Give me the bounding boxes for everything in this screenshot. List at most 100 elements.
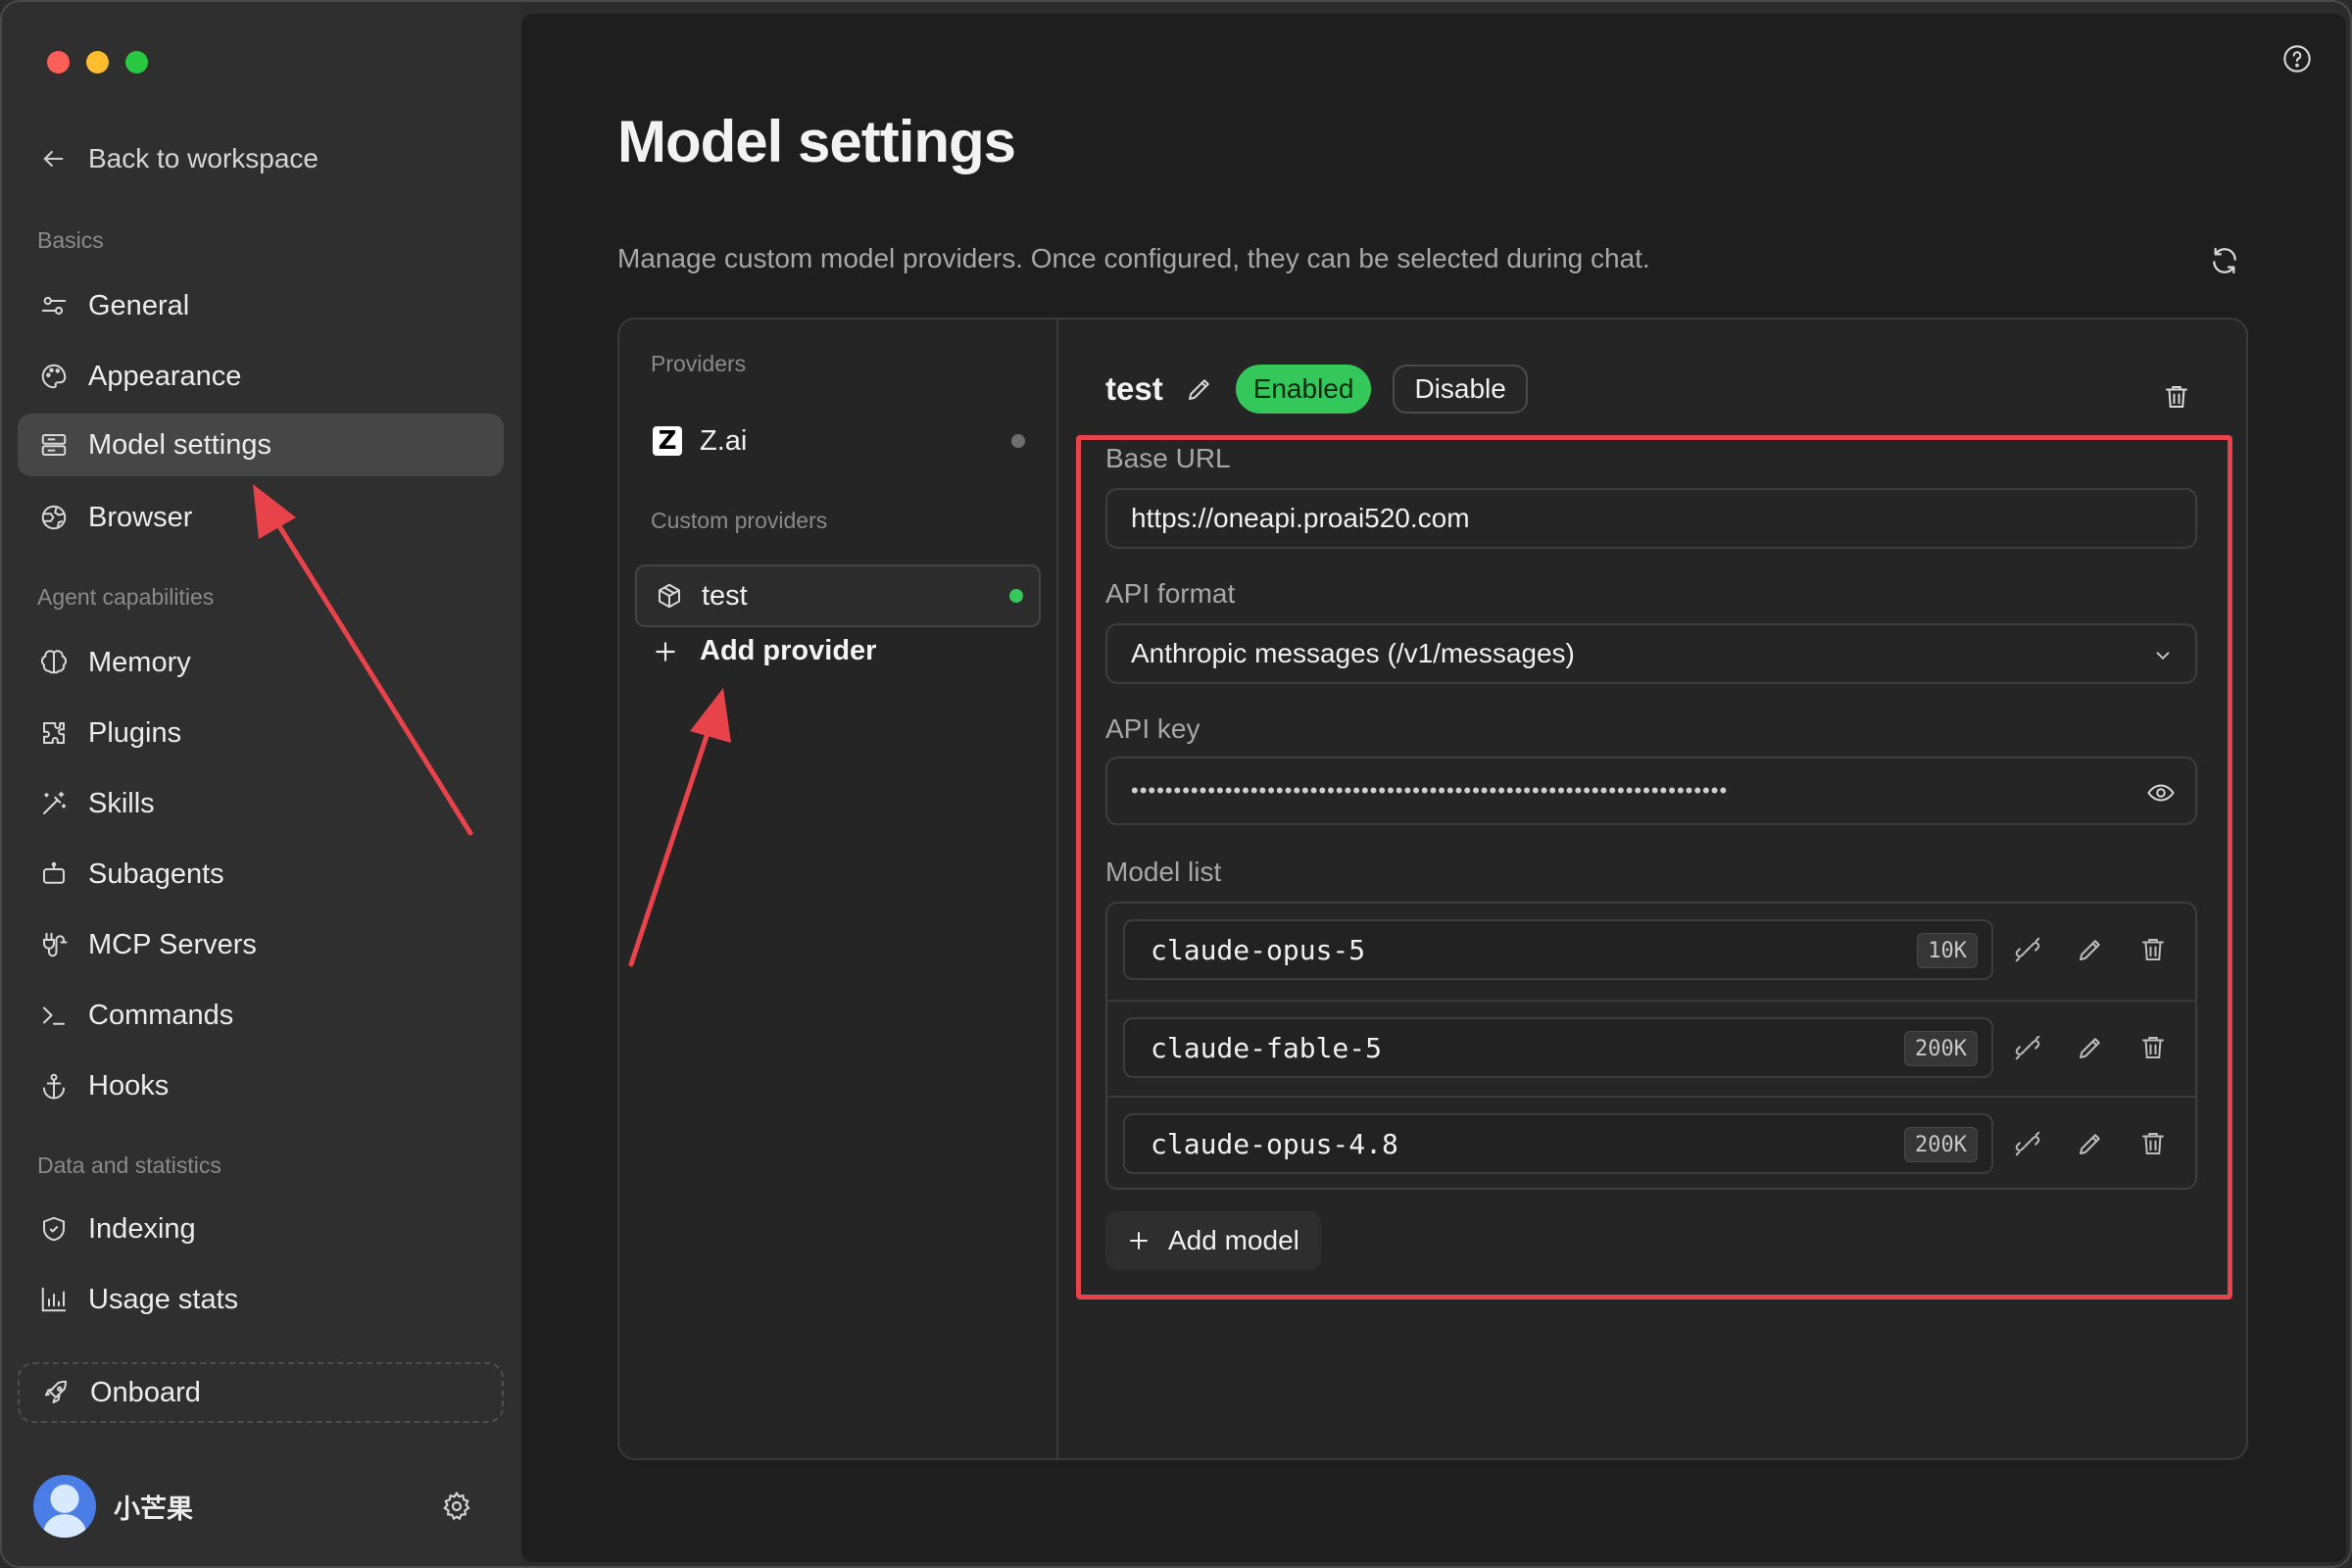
close-window-button[interactable] bbox=[47, 51, 70, 74]
sidebar-item-general[interactable]: General bbox=[18, 274, 504, 337]
connection-test-icon[interactable] bbox=[2013, 1033, 2042, 1062]
sidebar-item-plugins[interactable]: Plugins bbox=[18, 702, 504, 764]
eye-icon[interactable] bbox=[2146, 778, 2176, 808]
main-content: Model settings Manage custom model provi… bbox=[521, 14, 2346, 1562]
edit-icon[interactable] bbox=[2076, 1129, 2105, 1158]
provider-title: test bbox=[1105, 370, 1163, 407]
onboard-label: Onboard bbox=[90, 1376, 201, 1408]
sidebar-item-label: Model settings bbox=[88, 428, 271, 461]
sidebar-item-memory[interactable]: Memory bbox=[18, 631, 504, 694]
bar-chart-icon bbox=[41, 1287, 67, 1312]
sidebar-item-label: Indexing bbox=[88, 1212, 196, 1245]
connection-test-icon[interactable] bbox=[2013, 935, 2042, 964]
minimize-window-button[interactable] bbox=[86, 51, 109, 74]
sidebar-item-usage-stats[interactable]: Usage stats bbox=[18, 1268, 504, 1331]
model-name-input[interactable]: claude-opus-5 10K bbox=[1123, 919, 1993, 980]
back-to-workspace-link[interactable]: Back to workspace bbox=[39, 139, 318, 178]
sidebar-item-label: MCP Servers bbox=[88, 928, 257, 960]
package-icon bbox=[659, 583, 680, 609]
edit-icon[interactable] bbox=[2076, 1033, 2105, 1062]
model-row: claude-opus-4.8 200K bbox=[1107, 1096, 2195, 1192]
model-name-input[interactable]: claude-fable-5 200K bbox=[1123, 1017, 1993, 1078]
user-name: 小芒果 bbox=[114, 1494, 193, 1524]
api-key-label: API key bbox=[1105, 713, 1200, 744]
sidebar-item-label: Skills bbox=[88, 787, 155, 819]
sidebar-item-appearance[interactable]: Appearance bbox=[18, 345, 504, 408]
model-name: claude-opus-4.8 bbox=[1151, 1127, 1398, 1160]
section-label-basics: Basics bbox=[37, 227, 104, 253]
api-key-input[interactable]: ••••••••••••••••••••••••••••••••••••••••… bbox=[1105, 757, 2197, 825]
brain-icon bbox=[40, 650, 68, 674]
onboard-button[interactable]: Onboard bbox=[18, 1362, 504, 1423]
providers-list: Providers Z Z.ai Custom providers test A… bbox=[619, 319, 1058, 1458]
user-profile[interactable]: 小芒果 bbox=[33, 1475, 193, 1538]
disable-button[interactable]: Disable bbox=[1393, 365, 1528, 414]
add-model-button[interactable]: Add model bbox=[1105, 1211, 1321, 1270]
sidebar-item-label: Memory bbox=[88, 646, 191, 678]
sidebar-item-indexing[interactable]: Indexing bbox=[18, 1198, 504, 1260]
edit-icon[interactable] bbox=[1185, 374, 1214, 404]
sidebar-item-model-settings[interactable]: Model settings bbox=[18, 414, 504, 476]
provider-item-zai[interactable]: Z Z.ai bbox=[635, 410, 1041, 472]
model-name: claude-opus-5 bbox=[1151, 933, 1366, 966]
trash-icon[interactable] bbox=[2138, 1033, 2168, 1062]
trash-icon[interactable] bbox=[2138, 1129, 2168, 1158]
model-name: claude-fable-5 bbox=[1151, 1031, 1383, 1064]
sidebar-item-label: Appearance bbox=[88, 360, 242, 392]
api-format-label: API format bbox=[1105, 578, 1236, 609]
sidebar-item-commands[interactable]: Commands bbox=[18, 984, 504, 1047]
avatar bbox=[33, 1475, 96, 1538]
anchor-icon bbox=[43, 1073, 65, 1100]
api-format-value: Anthropic messages (/v1/messages) bbox=[1131, 638, 1575, 668]
sidebar: Back to workspace Basics General Appeara… bbox=[2, 2, 521, 1566]
sidebar-item-label: Browser bbox=[88, 501, 193, 533]
status-dot-inactive bbox=[1011, 434, 1025, 448]
sidebar-item-label: Subagents bbox=[88, 858, 224, 890]
api-format-select[interactable]: Anthropic messages (/v1/messages) bbox=[1105, 623, 2197, 684]
plug-icon bbox=[43, 932, 68, 957]
terminal-icon bbox=[43, 1006, 65, 1025]
app-window: Back to workspace Basics General Appeara… bbox=[0, 0, 2352, 1568]
connection-test-icon[interactable] bbox=[2013, 1129, 2042, 1158]
model-list: claude-opus-5 10K claude-fable-5 200K cl… bbox=[1105, 902, 2197, 1190]
window-controls bbox=[47, 51, 148, 74]
sidebar-item-skills[interactable]: Skills bbox=[18, 772, 504, 835]
sidebar-item-label: Commands bbox=[88, 999, 234, 1031]
add-provider-label: Add provider bbox=[700, 635, 877, 666]
context-size-badge: 200K bbox=[1904, 1127, 1978, 1162]
rocket-icon bbox=[45, 1380, 67, 1403]
bot-icon bbox=[43, 861, 65, 884]
page-subtitle: Manage custom model providers. Once conf… bbox=[617, 243, 1650, 273]
sidebar-item-hooks[interactable]: Hooks bbox=[18, 1054, 504, 1117]
help-icon[interactable] bbox=[2281, 43, 2313, 74]
base-url-value: https://oneapi.proai520.com bbox=[1131, 503, 1470, 533]
provider-detail: test Enabled Disable Base URL https://on… bbox=[1058, 319, 2246, 1458]
refresh-icon[interactable] bbox=[2209, 245, 2240, 276]
model-row: claude-fable-5 200K bbox=[1107, 1000, 2195, 1096]
trash-icon[interactable] bbox=[2162, 382, 2191, 412]
model-row: claude-opus-5 10K bbox=[1107, 904, 2195, 1000]
sidebar-item-label: Usage stats bbox=[88, 1283, 239, 1315]
model-name-input[interactable]: claude-opus-4.8 200K bbox=[1123, 1113, 1993, 1174]
zoom-window-button[interactable] bbox=[125, 51, 148, 74]
sliders-icon bbox=[41, 296, 67, 316]
edit-icon[interactable] bbox=[2076, 935, 2105, 964]
back-label: Back to workspace bbox=[88, 143, 318, 173]
trash-icon[interactable] bbox=[2138, 935, 2168, 964]
page-title: Model settings bbox=[617, 109, 1016, 174]
base-url-input[interactable]: https://oneapi.proai520.com bbox=[1105, 488, 2197, 549]
sidebar-item-subagents[interactable]: Subagents bbox=[18, 843, 504, 906]
sidebar-item-browser[interactable]: Browser bbox=[18, 486, 504, 549]
provider-item-test[interactable]: test bbox=[635, 564, 1041, 627]
sidebar-item-label: General bbox=[88, 289, 190, 321]
add-provider-button[interactable]: Add provider bbox=[653, 635, 876, 667]
context-size-badge: 10K bbox=[1917, 933, 1978, 968]
base-url-label: Base URL bbox=[1105, 443, 1231, 473]
enabled-badge[interactable]: Enabled bbox=[1235, 365, 1372, 414]
gear-icon[interactable] bbox=[441, 1491, 472, 1522]
sidebar-item-mcp-servers[interactable]: MCP Servers bbox=[18, 913, 504, 976]
provider-name: test bbox=[702, 579, 748, 612]
globe-icon bbox=[41, 505, 67, 530]
section-label-agent: Agent capabilities bbox=[37, 584, 215, 610]
add-model-label: Add model bbox=[1168, 1225, 1299, 1255]
